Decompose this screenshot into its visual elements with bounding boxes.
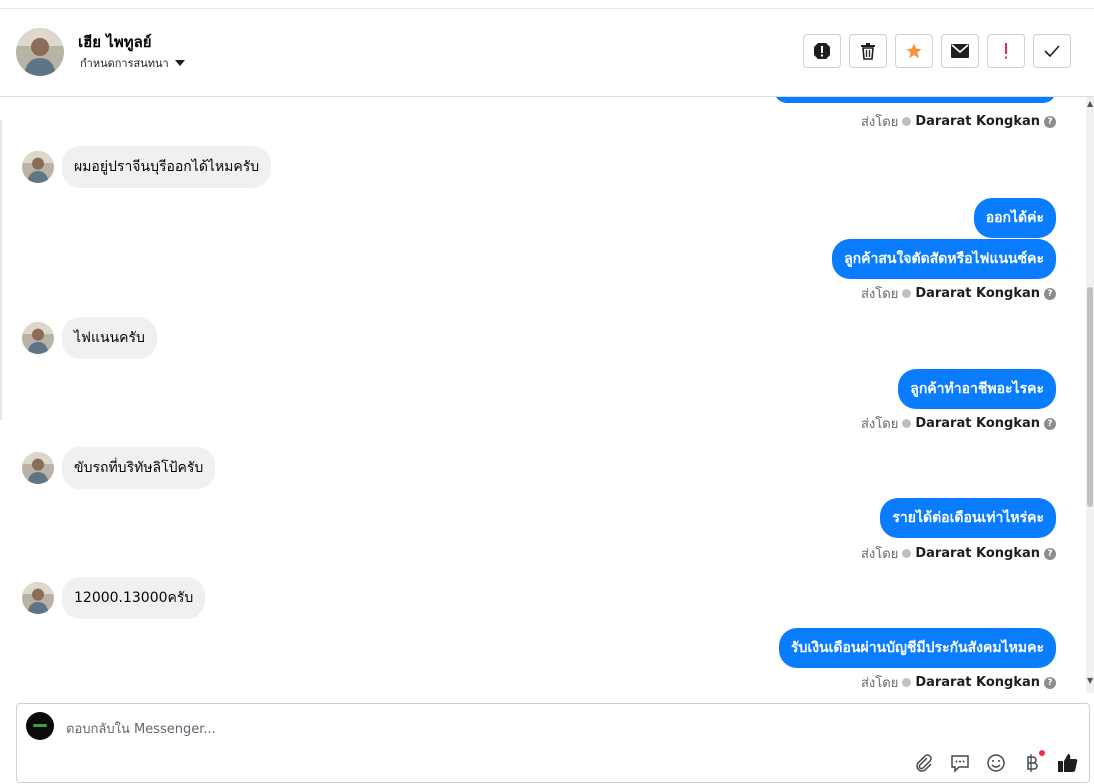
top-divider	[0, 0, 1094, 9]
contact-avatar[interactable]	[16, 28, 64, 76]
message-out: รายได้ต่อเดือนเท่าไหร่คะ	[880, 498, 1056, 538]
agent-name: Dararat Kongkan	[915, 114, 1040, 129]
contact-name: เฮีย ไพทูลย์	[78, 33, 152, 51]
message-bubble: ผมอยู่ปราจีนบุรีออกได้ไหมครับ	[62, 146, 272, 188]
message-in: ไฟแนนครับ	[22, 317, 157, 359]
contact-avatar-small	[22, 151, 54, 183]
message-thread: ส่งโดย Dararat Kongkan ? ผมอยู่ปราจีนบุร…	[0, 97, 1086, 693]
message-in: ผมอยู่ปราจีนบุรีออกได้ไหมครับ	[22, 146, 272, 188]
verified-icon	[902, 419, 912, 428]
thread-scrollbar[interactable]	[1086, 97, 1094, 693]
thumbs-up-icon	[1058, 754, 1078, 772]
verified-icon	[902, 117, 912, 126]
header-actions	[803, 34, 1071, 68]
composer-tools	[913, 750, 1079, 774]
message-bubble: ขับรถที่บริทัษลิโป้ครับ	[62, 447, 216, 489]
help-icon[interactable]: ?	[1044, 287, 1056, 300]
message-meta: ส่งโดย Dararat Kongkan ?	[861, 111, 1056, 132]
spam-alert-button[interactable]	[803, 34, 841, 68]
message-out: ออกได้ค่ะ	[973, 198, 1056, 238]
message-meta: ส่งโดย Dararat Kongkan ?	[861, 543, 1056, 564]
message-out: รับเงินเดือนผ่านบัญชีมีประกันสังคมไหมคะ	[779, 628, 1056, 668]
attach-button[interactable]	[913, 752, 935, 774]
verified-icon	[902, 289, 912, 298]
important-button[interactable]	[987, 34, 1025, 68]
message-in: 12000.13000ครับ	[22, 577, 206, 619]
mark-unread-button[interactable]	[941, 34, 979, 68]
reply-composer: ตอบกลับใน Messenger...	[16, 703, 1090, 783]
message-out: ลูกค้าสนใจตัดสัดหรือไฟแนนซ์คะ	[832, 239, 1056, 279]
agent-name: Dararat Kongkan	[915, 416, 1040, 431]
message-out: ลูกค้าทำอาชีพอะไรคะ	[898, 369, 1056, 409]
assign-conversation-dropdown[interactable]: กำหนดการสนทนา	[80, 54, 185, 72]
chat-bubble-icon	[951, 755, 969, 773]
star-icon	[906, 43, 922, 59]
contact-avatar-small	[22, 322, 54, 354]
star-button[interactable]	[895, 34, 933, 68]
message-meta: ส่งโดย Dararat Kongkan ?	[861, 672, 1056, 693]
saved-replies-button[interactable]	[949, 752, 971, 774]
conversation-header: เฮีย ไพทูลย์ กำหนดการสนทนา	[0, 9, 1094, 97]
help-icon[interactable]: ?	[1044, 115, 1056, 128]
message-in: ขับรถที่บริทัษลิโป้ครับ	[22, 447, 216, 489]
smiley-icon	[987, 754, 1005, 772]
message-bubble: ไฟแนนครับ	[62, 317, 157, 359]
agent-name: Dararat Kongkan	[915, 546, 1040, 561]
help-icon[interactable]: ?	[1044, 417, 1056, 430]
caret-down-icon	[174, 60, 185, 66]
scroll-up-icon[interactable]: ▲	[1087, 99, 1093, 108]
contact-avatar-small	[22, 582, 54, 614]
contact-avatar-small	[22, 452, 54, 484]
notification-dot	[1039, 750, 1045, 756]
help-icon[interactable]: ?	[1044, 676, 1056, 689]
baht-icon	[1027, 754, 1038, 772]
like-button[interactable]	[1057, 752, 1079, 774]
sent-by-label: ส่งโดย	[860, 417, 899, 432]
scroll-down-icon[interactable]: ▼	[1087, 676, 1093, 685]
message-out-partial	[774, 97, 1056, 103]
important-icon	[1005, 43, 1007, 59]
message-meta: ส่งโดย Dararat Kongkan ?	[861, 413, 1056, 434]
sent-by-label: ส่งโดย	[860, 287, 899, 302]
paperclip-icon	[916, 754, 932, 772]
emoji-button[interactable]	[985, 752, 1007, 774]
reply-input[interactable]: ตอบกลับใน Messenger...	[66, 718, 216, 739]
verified-icon	[902, 549, 912, 558]
mark-done-button[interactable]	[1033, 34, 1071, 68]
verified-icon	[902, 678, 912, 687]
payment-button[interactable]	[1021, 750, 1045, 774]
message-meta: ส่งโดย Dararat Kongkan ?	[861, 283, 1056, 304]
message-bubble: 12000.13000ครับ	[62, 577, 206, 619]
sent-by-label: ส่งโดย	[860, 115, 899, 130]
agent-name: Dararat Kongkan	[915, 286, 1040, 301]
page-avatar	[26, 712, 54, 740]
agent-name: Dararat Kongkan	[915, 675, 1040, 690]
assign-label: กำหนดการสนทนา	[80, 57, 169, 70]
trash-icon	[861, 43, 875, 60]
check-icon	[1044, 45, 1060, 57]
delete-button[interactable]	[849, 34, 887, 68]
sent-by-label: ส่งโดย	[860, 676, 899, 691]
scrollbar-thumb[interactable]	[1087, 287, 1093, 507]
sent-by-label: ส่งโดย	[860, 547, 899, 562]
spam-alert-icon	[814, 43, 830, 59]
help-icon[interactable]: ?	[1044, 547, 1056, 560]
envelope-icon	[951, 44, 969, 58]
